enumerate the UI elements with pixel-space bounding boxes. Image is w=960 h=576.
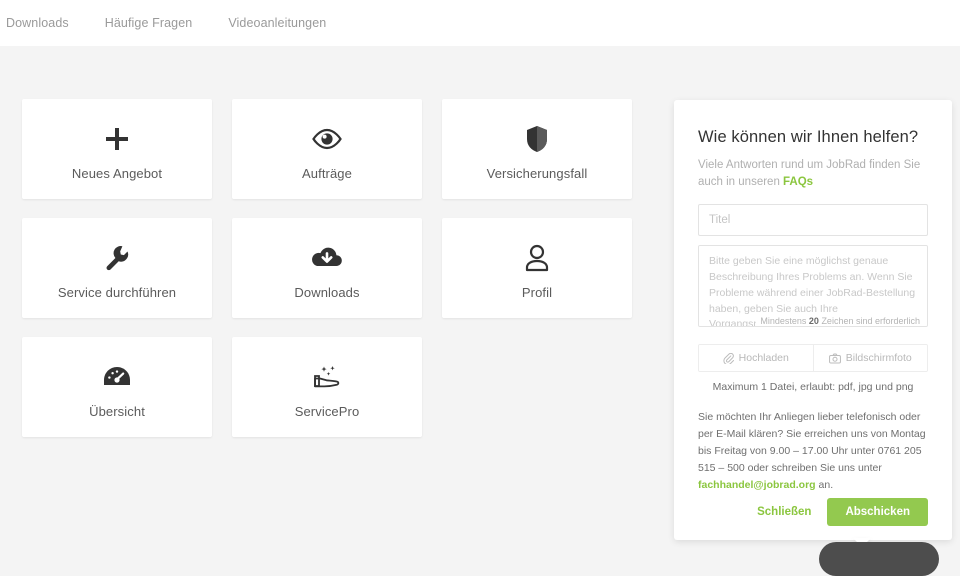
tile-uebersicht[interactable]: Übersicht [22,337,212,437]
attachment-button-group: Hochladen Bildschirmfoto [698,344,928,373]
description-field-wrapper: Mindestens 20 Zeichen sind erforderlich [698,245,928,332]
submit-button[interactable]: Abschicken [827,498,928,526]
contact-text-body: Sie möchten Ihr Anliegen lieber telefoni… [698,411,926,475]
file-restriction-note: Maximum 1 Datei, erlaubt: pdf, jpg und p… [712,381,914,394]
character-requirement-hint: Mindestens 20 Zeichen sind erforderlich [756,316,920,327]
hand-sparkle-icon [310,356,344,398]
nav-haeufige-fragen[interactable]: Häufige Fragen [105,16,193,30]
contact-information-text: Sie möchten Ihr Anliegen lieber telefoni… [698,409,928,494]
dashboard-tile-grid: Neues Angebot Aufträge Versicherungsfall [22,99,634,437]
panel-title: Wie können wir Ihnen helfen? [698,128,919,146]
person-icon [524,237,550,279]
tile-label: Profil [521,284,553,300]
plus-icon [104,118,130,160]
char-hint-suffix: Zeichen sind erforderlich [818,316,920,327]
panel-subtitle: Viele Antworten rund um JobRad finden Si… [698,157,928,190]
panel-footer: Schließen Abschicken [674,498,952,526]
tile-label: Downloads [294,284,360,300]
description-input[interactable] [698,245,928,328]
upload-button-label: Hochladen [738,352,789,365]
tile-label: Service durchführen [57,284,177,300]
screenshot-button-label: Bildschirmfoto [845,352,912,365]
tile-label: Aufträge [302,165,352,181]
shield-icon [525,118,549,160]
tile-label: Übersicht [89,403,145,419]
tile-label: ServicePro [294,403,360,419]
help-panel: Wie können wir Ihnen helfen? Viele Antwo… [674,100,952,540]
nav-videoanleitungen[interactable]: Videoanleitungen [228,16,326,30]
tile-downloads[interactable]: Downloads [232,218,422,318]
wrench-icon [103,237,131,279]
camera-icon [828,353,841,364]
char-hint-count: 20 [808,316,819,327]
top-navigation-bar: Downloads Häufige Fragen Videoanleitunge… [0,0,960,46]
contact-text-tail: an. [815,479,834,492]
paperclip-icon [723,352,734,364]
nav-downloads[interactable]: Downloads [6,16,69,30]
chat-widget-button[interactable] [819,542,939,576]
char-hint-prefix: Mindestens [760,316,809,327]
title-input[interactable] [698,204,928,237]
tile-auftraege[interactable]: Aufträge [232,99,422,199]
tile-versicherungsfall[interactable]: Versicherungsfall [442,99,632,199]
screenshot-button[interactable]: Bildschirmfoto [812,345,927,372]
gauge-icon [102,356,132,398]
upload-button[interactable]: Hochladen [699,345,813,372]
tile-profil[interactable]: Profil [442,218,632,318]
close-button[interactable]: Schließen [755,502,813,522]
contact-email-link[interactable]: fachhandel@jobrad.org [698,479,816,491]
faq-link[interactable]: FAQs [783,176,813,188]
eye-icon [311,118,343,160]
tile-label: Versicherungsfall [486,165,588,181]
tile-service-durchfuehren[interactable]: Service durchführen [22,218,212,318]
tile-neues-angebot[interactable]: Neues Angebot [22,99,212,199]
tile-servicepro[interactable]: ServicePro [232,337,422,437]
tile-label: Neues Angebot [71,165,163,181]
cloud-download-icon [310,237,344,279]
